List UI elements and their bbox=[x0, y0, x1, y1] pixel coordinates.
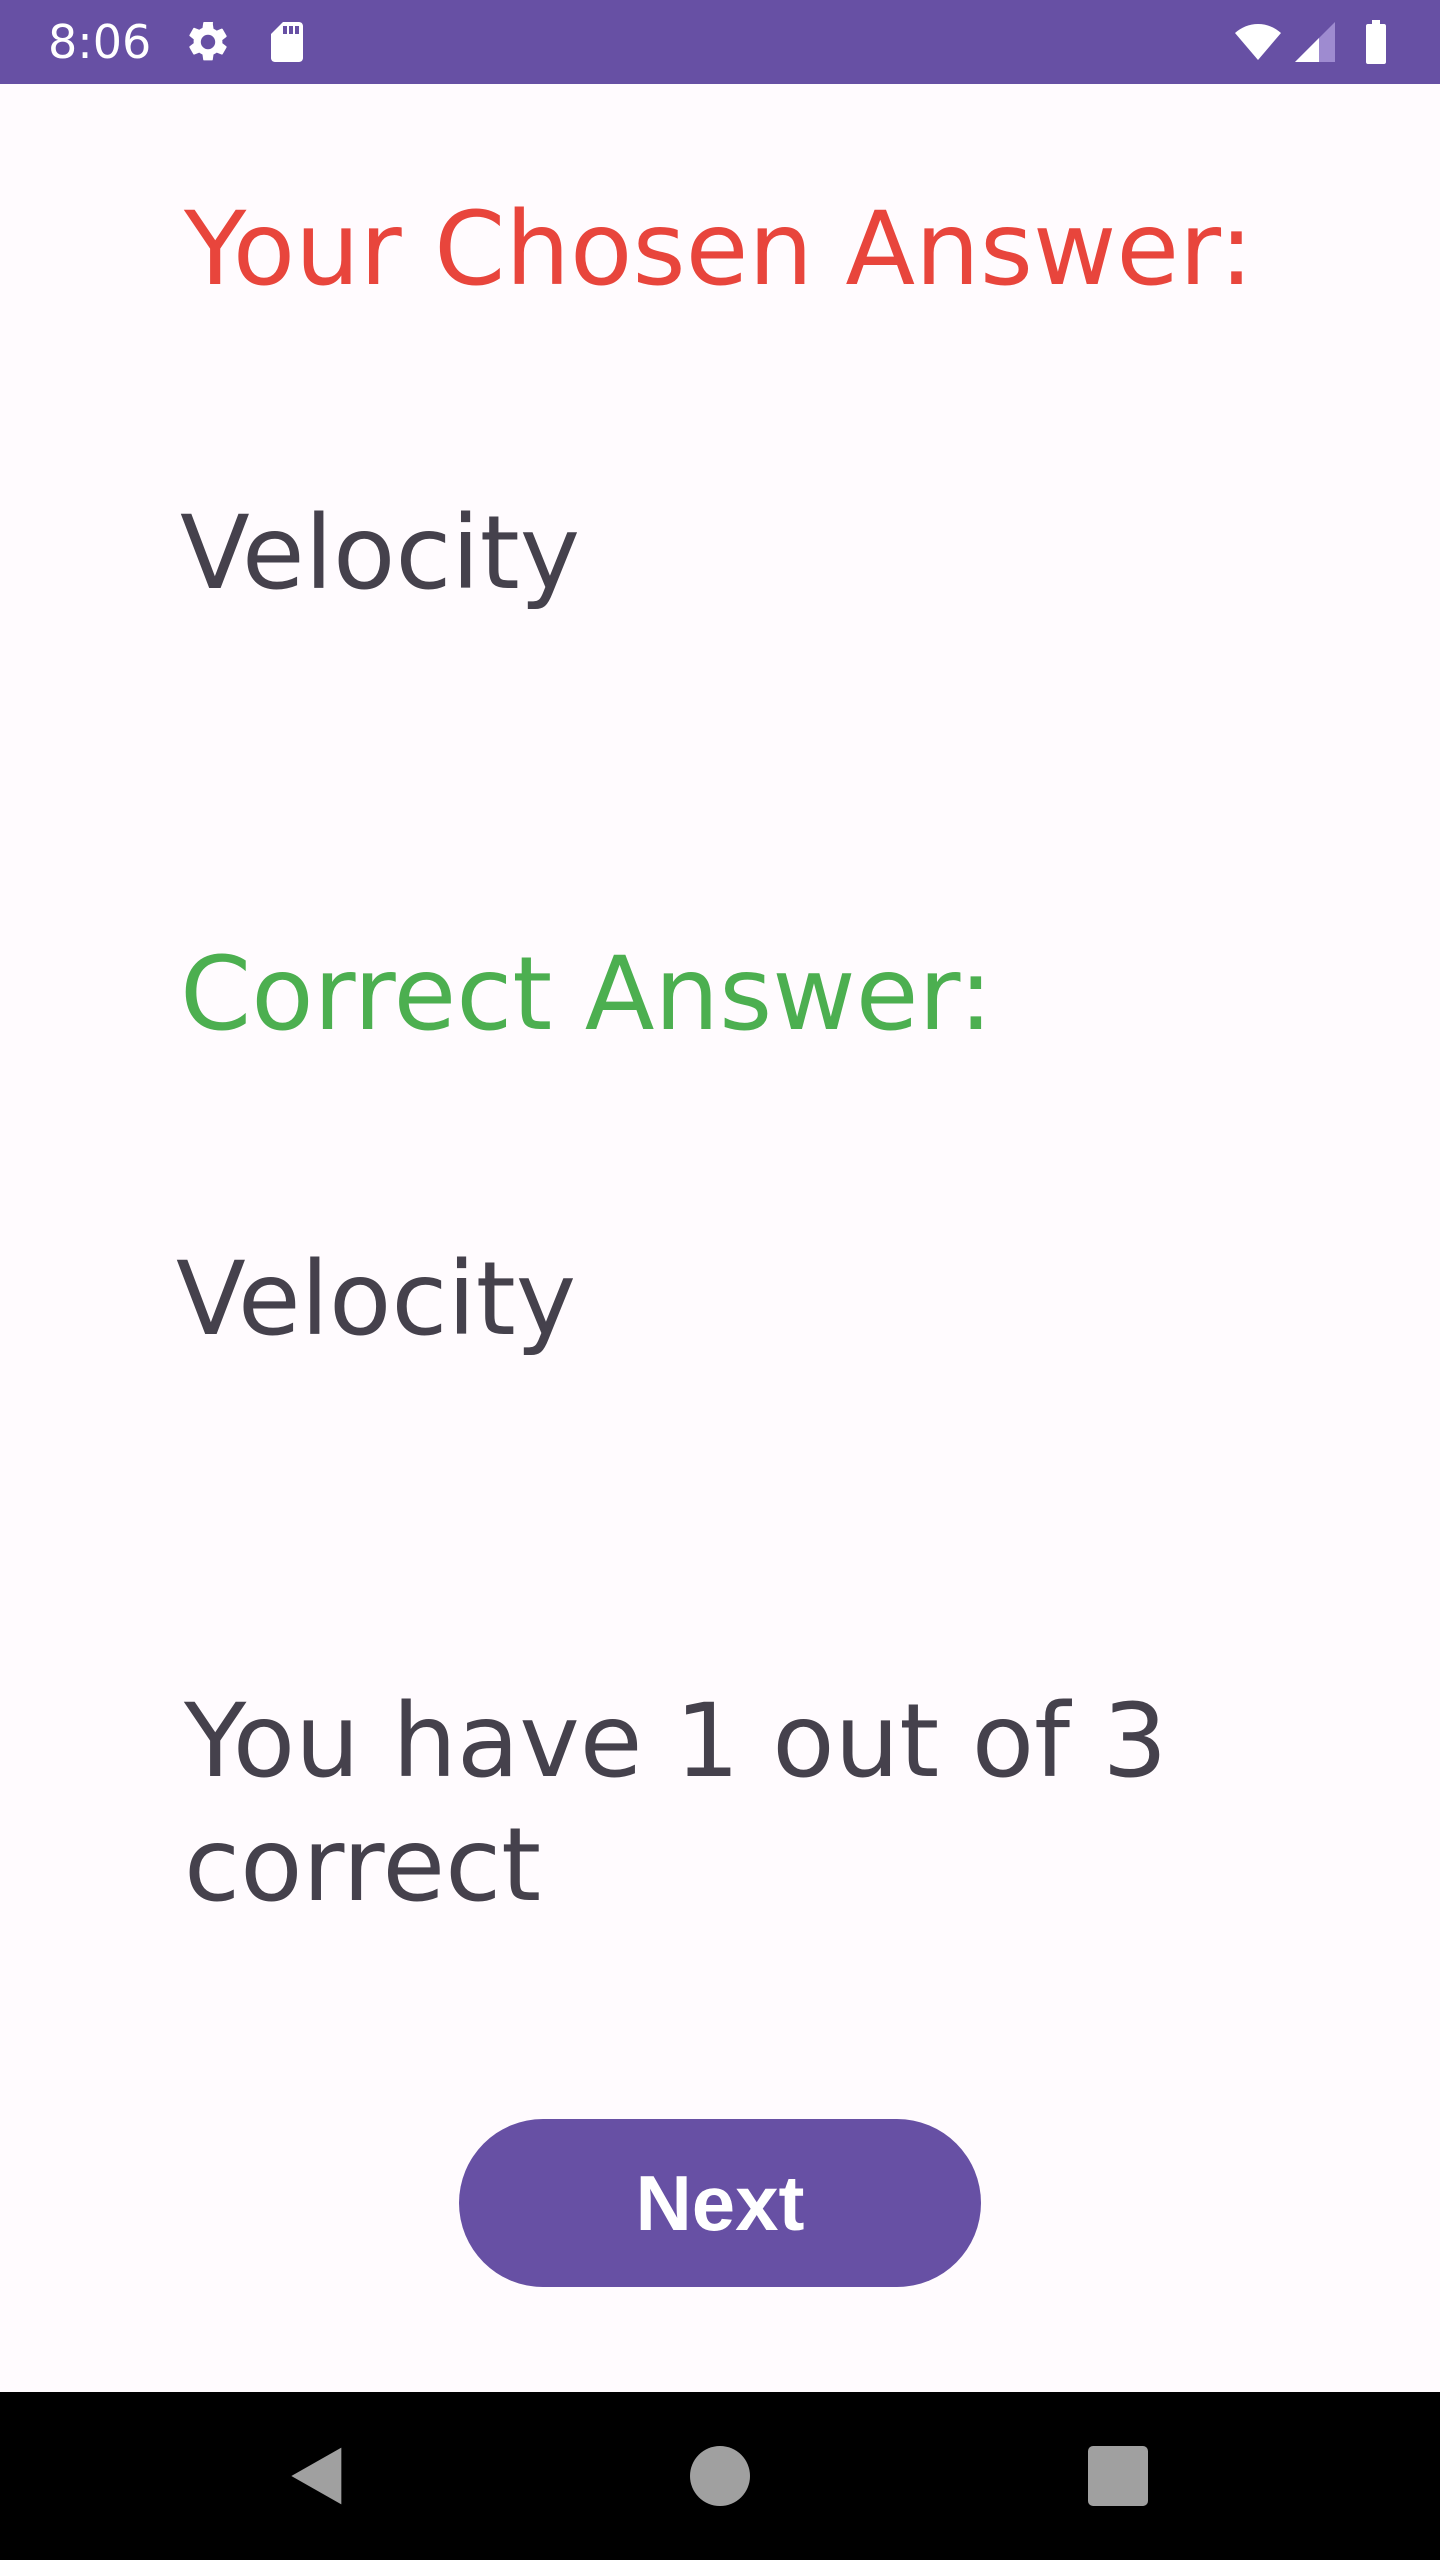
correct-answer-label: Correct Answer: bbox=[180, 935, 993, 1054]
recents-icon[interactable] bbox=[1078, 2436, 1158, 2516]
gear-icon bbox=[183, 18, 233, 66]
back-icon[interactable] bbox=[278, 2436, 358, 2516]
status-time: 8:06 bbox=[48, 15, 152, 69]
sd-card-icon bbox=[262, 18, 312, 66]
next-button[interactable]: Next bbox=[459, 2119, 981, 2287]
wifi-icon bbox=[1230, 18, 1286, 66]
chosen-answer-label: Your Chosen Answer: bbox=[184, 190, 1254, 309]
quiz-result-screen: 8:06 Your Chosen Answer: Velocity Correc… bbox=[0, 0, 1440, 2560]
home-icon[interactable] bbox=[680, 2436, 760, 2516]
cell-signal-icon bbox=[1290, 18, 1340, 66]
status-bar: 8:06 bbox=[0, 0, 1440, 84]
chosen-answer-value: Velocity bbox=[180, 494, 581, 613]
correct-answer-value: Velocity bbox=[176, 1240, 577, 1359]
navigation-bar bbox=[0, 2392, 1440, 2560]
battery-icon bbox=[1356, 18, 1396, 66]
score-text: You have 1 out of 3 correct bbox=[184, 1682, 1168, 1925]
